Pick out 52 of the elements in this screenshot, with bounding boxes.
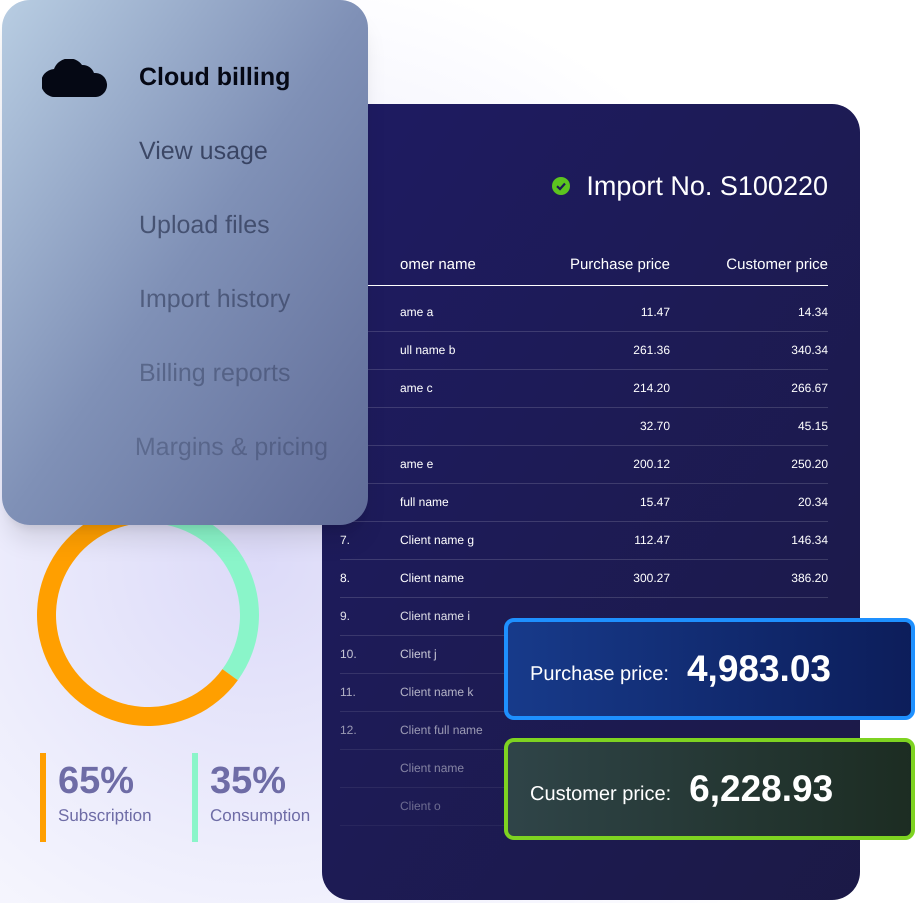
row-number: 9. <box>340 609 350 623</box>
import-title: Import No. S100220 <box>586 170 828 203</box>
customer-price-cell: 45.15 <box>798 419 828 433</box>
total-label: Purchase price: <box>530 662 669 687</box>
client-name-cell: Client o <box>400 799 441 813</box>
menu-item[interactable]: View usage <box>139 133 268 171</box>
purchase-price-cell: 300.27 <box>633 571 670 585</box>
customer-price-cell: 386.20 <box>791 571 828 585</box>
legend-label: Subscription <box>58 805 153 827</box>
check-circle-icon <box>552 177 570 195</box>
column-header: Purchase price <box>568 255 670 275</box>
client-name-cell: Client name k <box>400 685 474 699</box>
client-name-cell: full name <box>400 495 449 509</box>
customer-price-cell: 20.34 <box>798 495 828 509</box>
row-number: 7. <box>340 533 350 547</box>
client-name-cell: Client name g <box>400 533 474 547</box>
legend-percent: 65% <box>58 759 136 803</box>
column-header: omer name <box>400 255 477 275</box>
legend-label: Consumption <box>210 805 312 827</box>
row-number: 12. <box>340 723 357 737</box>
cloud-icon <box>42 59 108 97</box>
row-number: 10. <box>340 647 357 661</box>
purchase-price-cell: 32.70 <box>640 419 670 433</box>
menu-item[interactable]: Upload files <box>139 207 270 245</box>
total-value: 4,983.03 <box>686 647 831 692</box>
customer-price-cell: 250.20 <box>791 457 828 471</box>
purchase-price-cell: 200.12 <box>633 457 670 471</box>
client-name-cell: ame a <box>400 305 434 319</box>
purchase-price-cell: 112.47 <box>634 533 670 547</box>
row-number: 8. <box>340 571 350 585</box>
client-name-cell: ame c <box>400 381 433 395</box>
customer-price-cell: 14.34 <box>798 305 828 319</box>
menu-item[interactable]: Cloud billing <box>139 59 290 97</box>
customer-price-cell: 266.67 <box>791 381 828 395</box>
client-name-cell: Client j <box>400 647 437 661</box>
client-name-cell: ull name b <box>400 343 456 357</box>
purchase-price-cell: 15.47 <box>640 495 670 509</box>
legend-percent: 35% <box>210 759 288 803</box>
total-value: 6,228.93 <box>689 767 834 812</box>
customer-price-cell: 146.34 <box>791 533 828 547</box>
total-label: Customer price: <box>530 782 672 807</box>
column-header: Customer price <box>725 255 828 275</box>
purchase-price-cell: 261.36 <box>633 343 670 357</box>
purchase-price-cell: 214.20 <box>633 381 670 395</box>
customer-price-cell: 340.34 <box>791 343 828 357</box>
client-name-cell: Client name <box>400 571 464 585</box>
purchase-price-cell: 11.47 <box>640 305 670 319</box>
client-name-cell: Client name i <box>400 609 470 623</box>
client-name-cell: Client name <box>400 761 464 775</box>
client-name-cell: Client full name <box>400 723 483 737</box>
row-number: 11. <box>340 685 356 699</box>
client-name-cell: ame e <box>400 457 434 471</box>
